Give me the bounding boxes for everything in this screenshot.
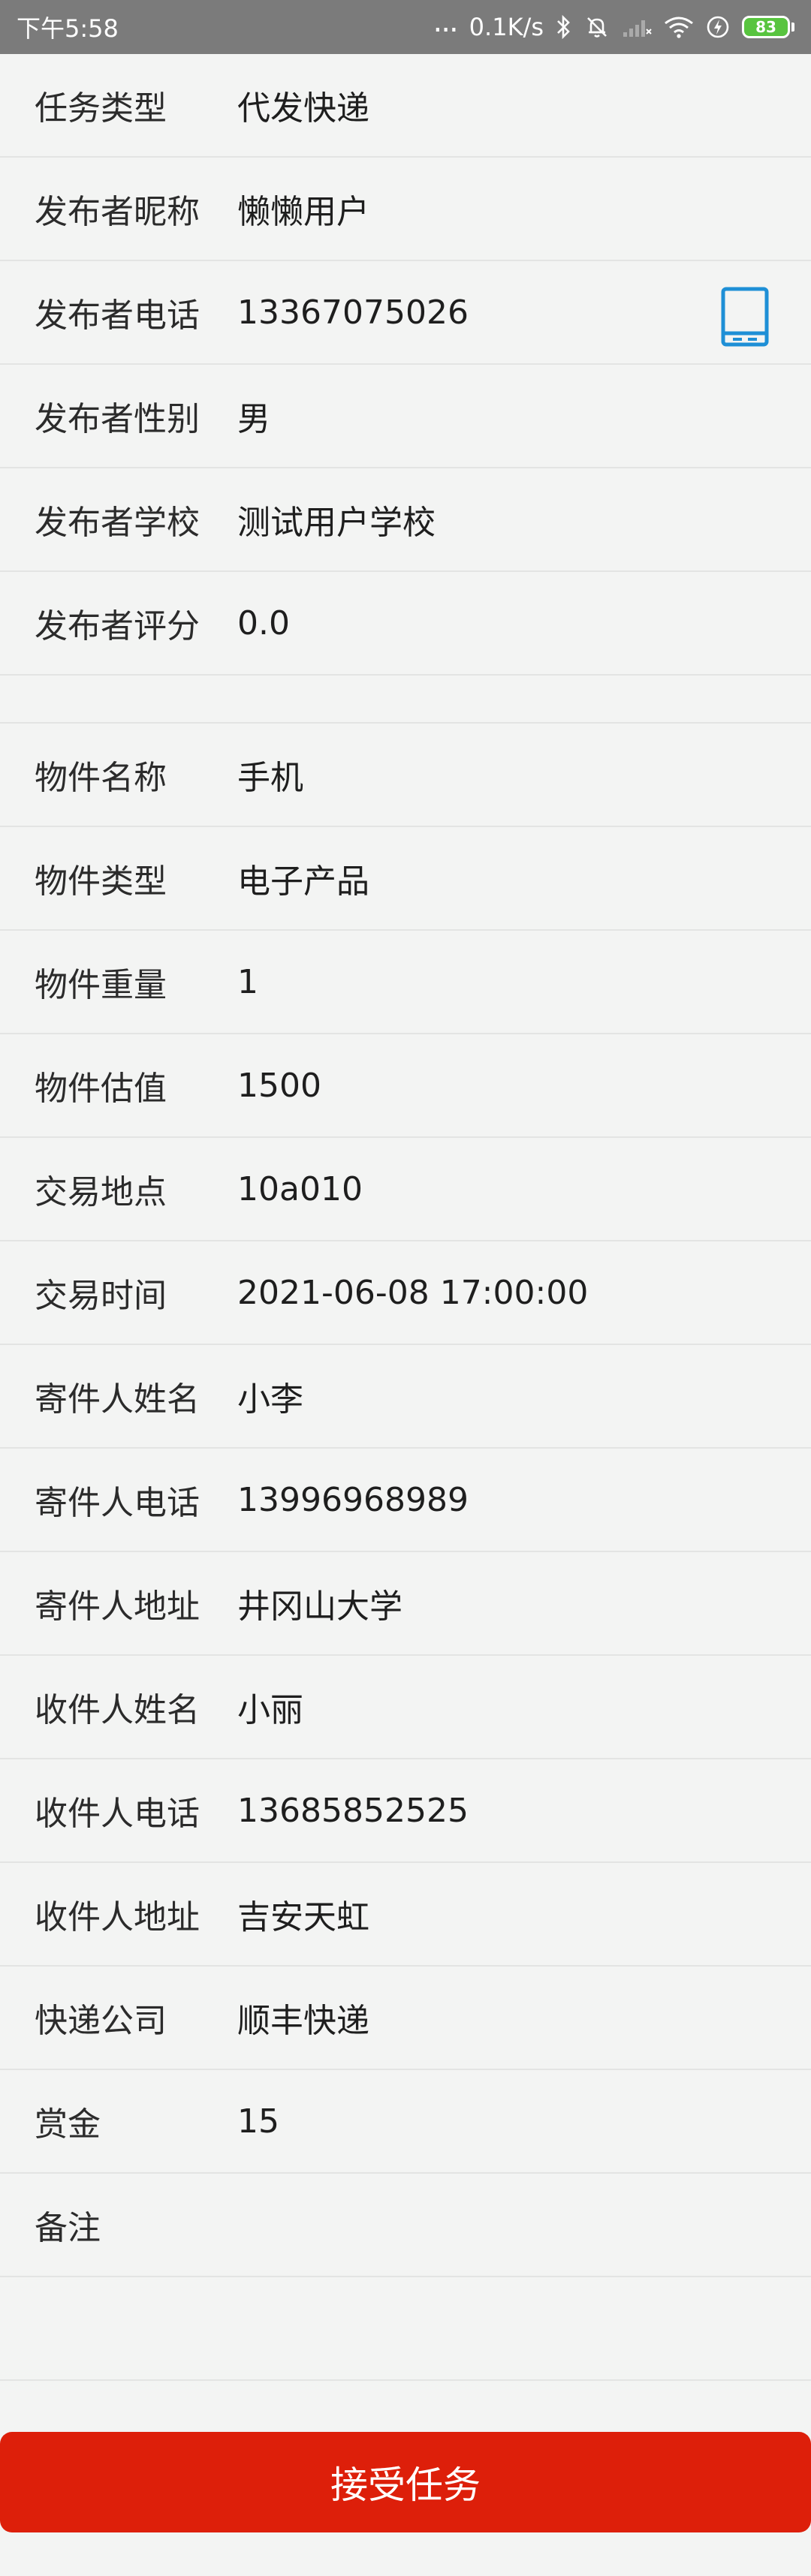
row-courier-company: 快递公司 顺丰快递 [0, 1967, 811, 2070]
row-label: 发布者电话 [35, 296, 200, 335]
row-reward: 赏金 15 [0, 2070, 811, 2174]
network-speed: 0.1K/s [469, 13, 544, 41]
row-value: 井冈山大学 [237, 1587, 402, 1626]
row-publisher-school: 发布者学校 测试用户学校 [0, 468, 811, 572]
row-label: 物件重量 [35, 966, 167, 1004]
row-label: 快递公司 [35, 2002, 167, 2040]
row-value: 代发快递 [237, 89, 369, 128]
row-label: 物件类型 [35, 862, 167, 901]
row-value: 2021-06-08 17:00:00 [237, 1273, 589, 1312]
row-trade-time: 交易时间 2021-06-08 17:00:00 [0, 1241, 811, 1345]
row-label: 任务类型 [35, 89, 167, 128]
row-value: 懒懒用户 [237, 193, 369, 231]
battery-icon: 83 [742, 16, 794, 38]
row-value: 1 [237, 962, 258, 1001]
row-publisher-nickname: 发布者昵称 懒懒用户 [0, 158, 811, 261]
row-publisher-phone: 发布者电话 13367075026 [0, 261, 811, 365]
row-remarks: 备注 [0, 2174, 811, 2277]
row-value: 吉安天虹 [237, 1898, 369, 1937]
row-value: 手机 [237, 759, 303, 797]
signal-icon [622, 16, 652, 38]
row-value: 小李 [237, 1380, 303, 1419]
row-receiver-address: 收件人地址 吉安天虹 [0, 1863, 811, 1967]
phone-icon[interactable] [721, 287, 769, 347]
row-value: 顺丰快递 [237, 2002, 369, 2040]
row-label: 寄件人姓名 [35, 1380, 200, 1419]
status-time: 下午5:58 [17, 14, 119, 43]
charging-icon [706, 15, 730, 39]
section-divider [0, 676, 811, 724]
row-value: 10a010 [237, 1169, 363, 1208]
mute-bell-icon [584, 14, 610, 40]
row-label: 收件人地址 [35, 1898, 200, 1937]
row-value: 13685852525 [237, 1791, 469, 1830]
row-value: 13996968989 [237, 1480, 469, 1519]
row-receiver-phone: 收件人电话 13685852525 [0, 1759, 811, 1863]
row-sender-phone: 寄件人电话 13996968989 [0, 1449, 811, 1552]
row-value: 13367075026 [237, 293, 469, 332]
status-right: ... 0.1K/s 83 [433, 7, 794, 41]
battery-level: 83 [742, 16, 790, 38]
row-task-type: 任务类型 代发快递 [0, 54, 811, 158]
row-label: 发布者学校 [35, 504, 200, 542]
row-label: 备注 [35, 2209, 101, 2247]
status-dots: ... [433, 5, 459, 39]
row-label: 物件估值 [35, 1070, 167, 1108]
row-label: 交易时间 [35, 1277, 167, 1315]
row-value: 0.0 [237, 603, 290, 642]
row-value: 电子产品 [237, 862, 369, 901]
row-item-value: 物件估值 1500 [0, 1034, 811, 1138]
row-value: 15 [237, 2102, 279, 2141]
row-value: 1500 [237, 1066, 321, 1105]
row-sender-address: 寄件人地址 井冈山大学 [0, 1552, 811, 1656]
row-receiver-name: 收件人姓名 小丽 [0, 1656, 811, 1759]
row-publisher-gender: 发布者性别 男 [0, 365, 811, 468]
row-label: 收件人电话 [35, 1795, 200, 1833]
row-sender-name: 寄件人姓名 小李 [0, 1345, 811, 1449]
wifi-icon [664, 16, 694, 38]
row-label: 收件人姓名 [35, 1691, 200, 1729]
row-value: 男 [237, 400, 270, 438]
row-label: 发布者昵称 [35, 193, 200, 231]
row-label: 交易地点 [35, 1173, 167, 1211]
row-label: 寄件人电话 [35, 1484, 200, 1522]
row-trade-location: 交易地点 10a010 [0, 1138, 811, 1241]
status-bar: 下午5:58 ... 0.1K/s 83 [0, 0, 811, 54]
row-value: 小丽 [237, 1691, 303, 1729]
accept-task-button[interactable]: 接受任务 [0, 2432, 811, 2532]
row-label: 寄件人地址 [35, 1587, 200, 1626]
row-publisher-rating: 发布者评分 0.0 [0, 572, 811, 676]
row-label: 发布者评分 [35, 607, 200, 646]
row-label: 赏金 [35, 2105, 101, 2144]
row-item-weight: 物件重量 1 [0, 931, 811, 1034]
row-item-type: 物件类型 电子产品 [0, 827, 811, 931]
row-item-name: 物件名称 手机 [0, 724, 811, 827]
row-value: 测试用户学校 [237, 504, 436, 542]
row-label: 发布者性别 [35, 400, 200, 438]
row-label: 物件名称 [35, 759, 167, 797]
task-detail-list: 任务类型 代发快递 发布者昵称 懒懒用户 发布者电话 13367075026 发… [0, 54, 811, 2381]
remarks-content-area [0, 2277, 811, 2381]
bluetooth-icon [556, 14, 572, 40]
